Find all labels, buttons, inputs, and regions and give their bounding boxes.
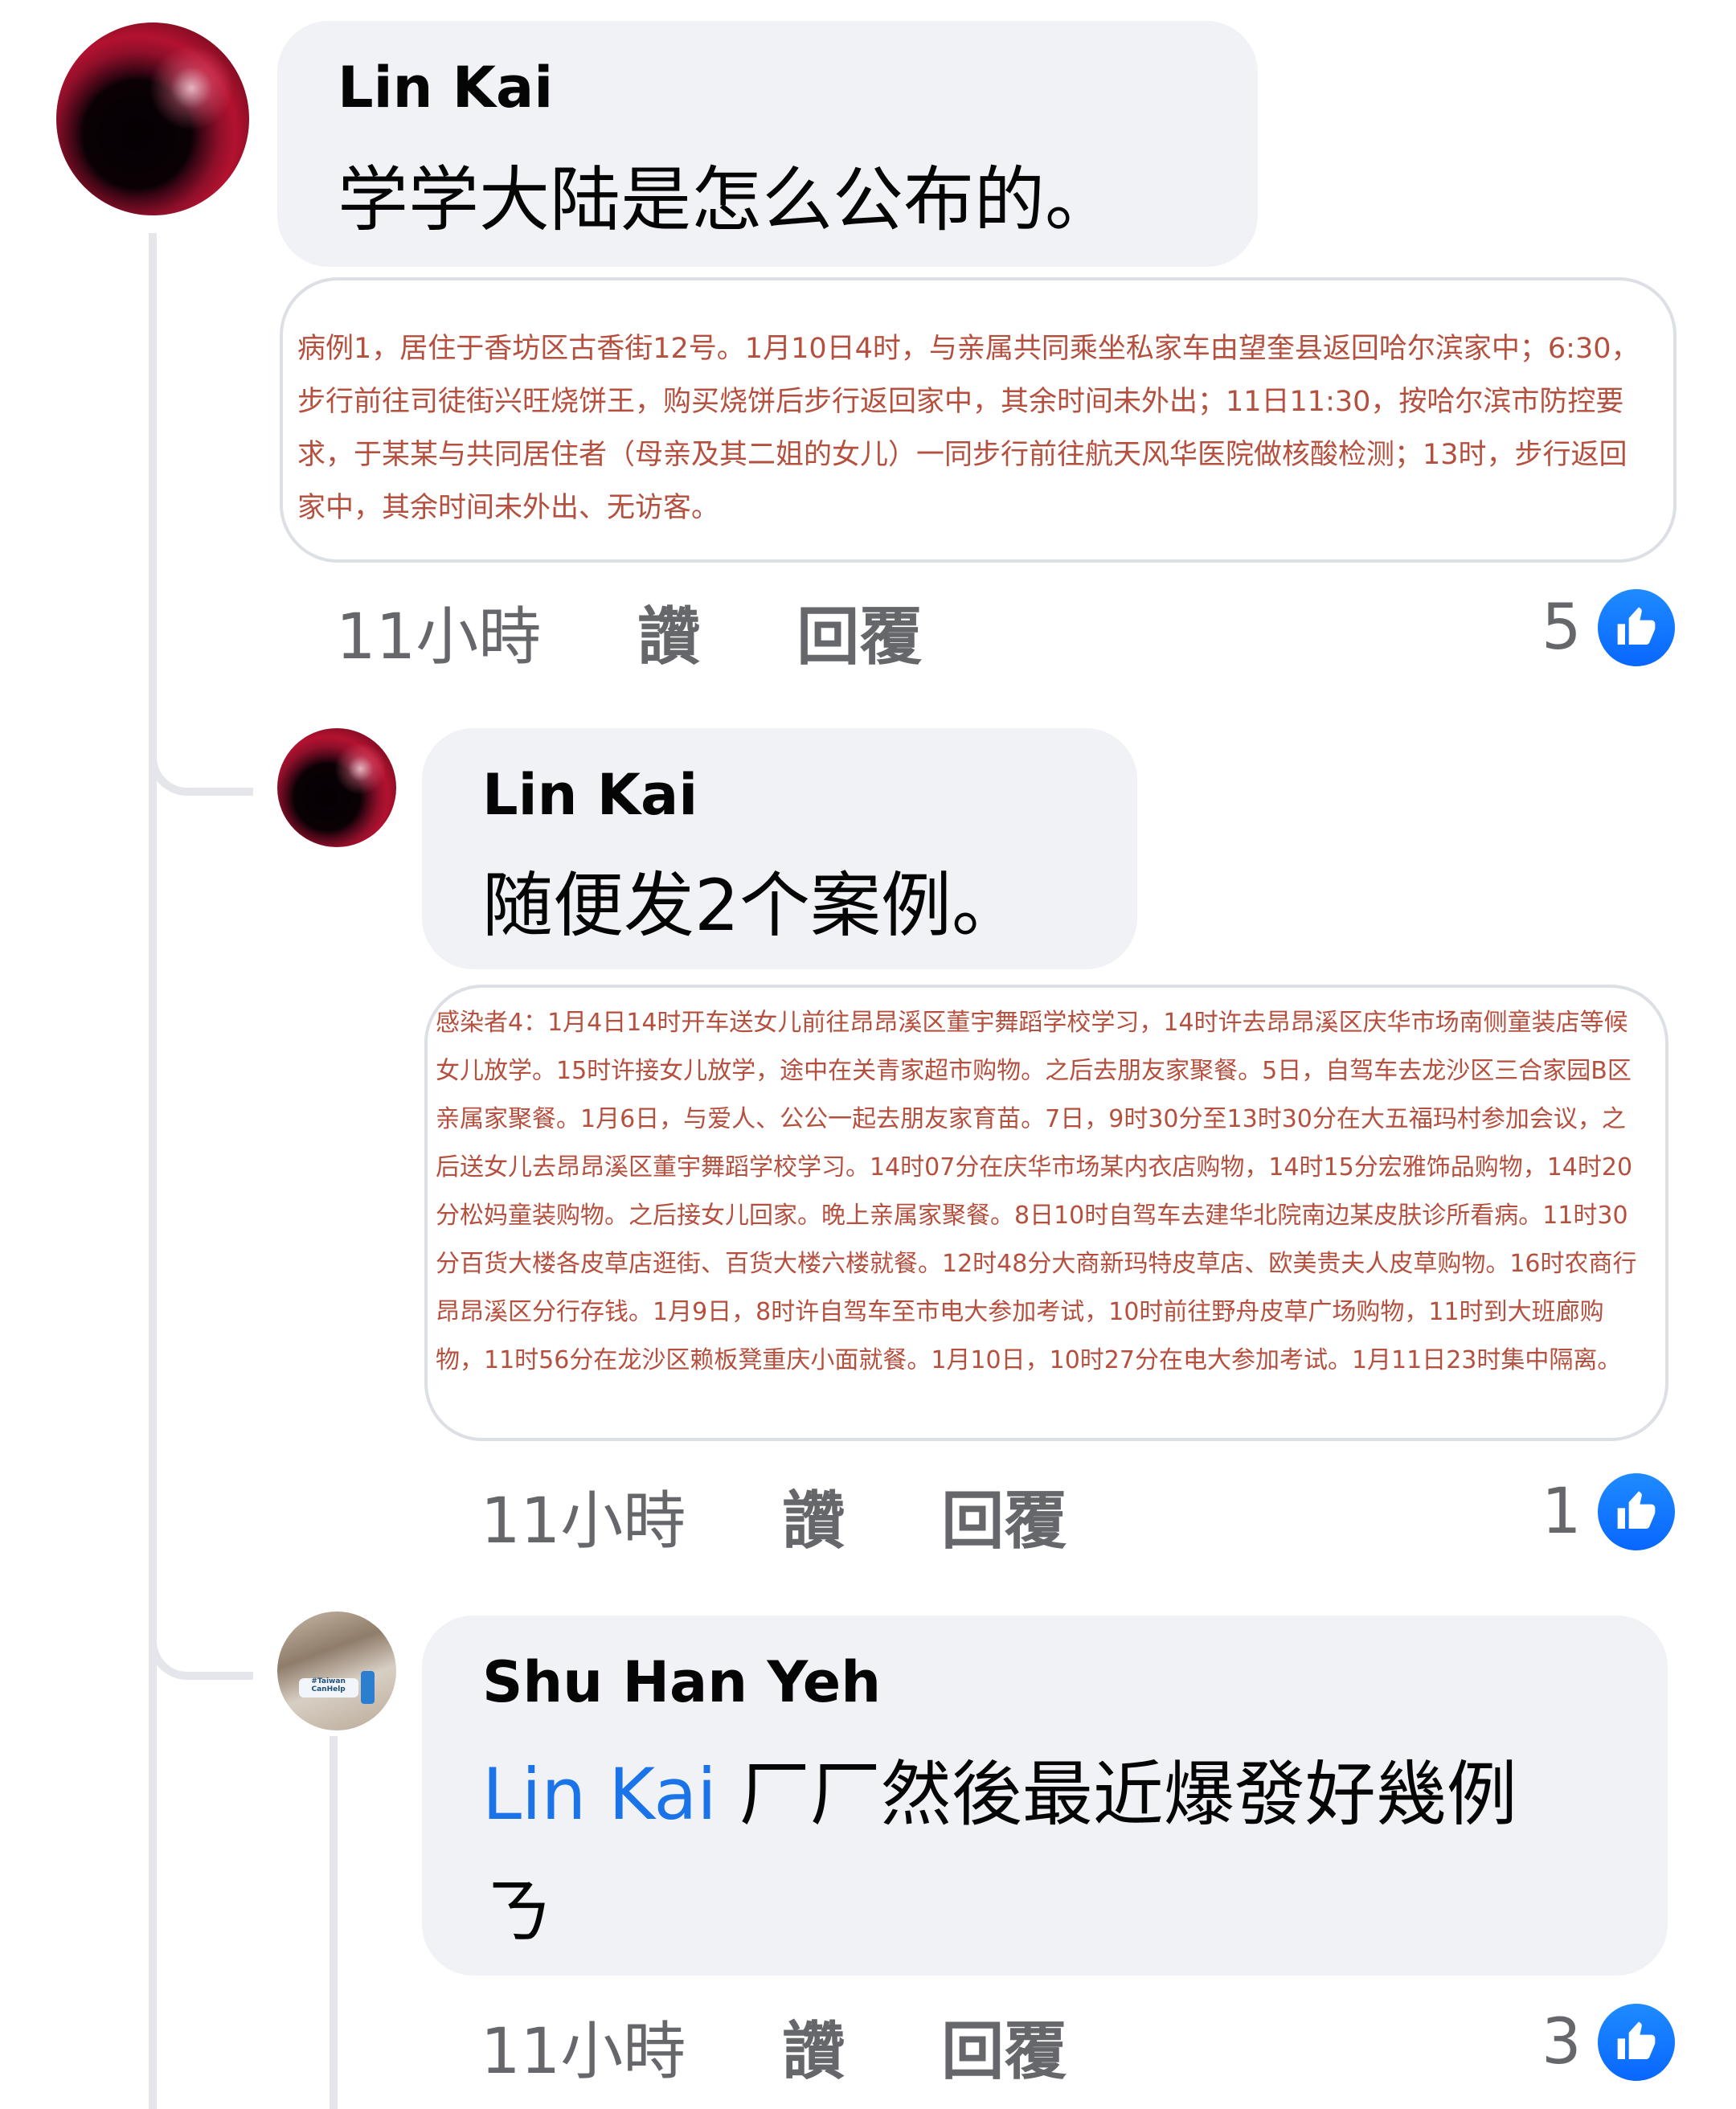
thread-line-sub <box>330 1736 338 2109</box>
avatar[interactable] <box>56 23 249 215</box>
thread-connector-reply-1 <box>149 707 253 796</box>
mention-link[interactable]: Lin Kai <box>482 1753 717 1836</box>
like-button[interactable]: 讚 <box>782 1485 845 1558</box>
comment-actions: 11小時 讚 回覆 <box>481 1471 1067 1561</box>
comment-text-line-2: ㄋ <box>482 1870 554 1953</box>
avatar-badge: #Taiwan CanHelp <box>298 1677 358 1697</box>
comment-timestamp[interactable]: 11小時 <box>336 601 541 674</box>
comment-actions: 11小時 讚 回覆 <box>336 587 922 677</box>
avatar[interactable] <box>277 728 396 847</box>
reply-button[interactable]: 回覆 <box>941 2016 1067 2088</box>
comment-timestamp[interactable]: 11小時 <box>481 1485 686 1558</box>
thread-connector-reply-2 <box>149 1591 253 1680</box>
reaction-count[interactable]: 1 <box>1542 1476 1582 1548</box>
avatar[interactable]: #Taiwan CanHelp <box>277 1611 396 1730</box>
comment-author[interactable]: Lin Kai <box>338 55 553 121</box>
thumbs-up-icon[interactable] <box>1594 2000 1679 2085</box>
like-button[interactable]: 讚 <box>782 2016 845 2088</box>
comment-author[interactable]: Lin Kai <box>482 762 698 828</box>
reaction-count[interactable]: 5 <box>1542 592 1582 664</box>
like-button[interactable]: 讚 <box>637 601 700 674</box>
comment-actions: 11小時 讚 回覆 <box>481 2001 1067 2091</box>
thread-line-main <box>149 233 157 2109</box>
reply-button[interactable]: 回覆 <box>796 601 922 674</box>
avatar-badge-bar <box>360 1671 375 1705</box>
comment-image[interactable]: 感染者4：1月4日14时开车送女儿前往昂昂溪区董宇舞蹈学校学习，14时许去昂昂溪… <box>424 985 1668 1441</box>
comment-text: 随便发2个案例。 <box>482 864 1022 947</box>
comment-bubble: Shu Han Yeh Lin Kai 厂厂然後最近爆發好幾例 ㄋ <box>422 1616 1668 1976</box>
comment-text: 学学大陆是怎么公布的。 <box>338 158 1116 241</box>
thumbs-up-icon[interactable] <box>1594 585 1679 670</box>
comment-bubble: Lin Kai 学学大陆是怎么公布的。 <box>277 21 1258 267</box>
comment-bubble: Lin Kai 随便发2个案例。 <box>422 728 1137 969</box>
comment-text-line-1: Lin Kai 厂厂然後最近爆發好幾例 <box>482 1738 1517 1840</box>
comment-image-text: 病例1，居住于香坊区古香街12号。1月10日4时，与亲属共同乘坐私家车由望奎县返… <box>297 333 1640 524</box>
comment-text: 厂厂然後最近爆發好幾例 <box>716 1753 1517 1836</box>
comment-image[interactable]: 病例1，居住于香坊区古香街12号。1月10日4时，与亲属共同乘坐私家车由望奎县返… <box>280 277 1677 563</box>
thumbs-up-icon[interactable] <box>1594 1469 1679 1554</box>
comment-image-text: 感染者4：1月4日14时开车送女儿前往昂昂溪区董宇舞蹈学校学习，14时许去昂昂溪… <box>436 1009 1637 1374</box>
reaction-count[interactable]: 3 <box>1542 2006 1582 2078</box>
comment-author[interactable]: Shu Han Yeh <box>482 1649 881 1715</box>
reply-button[interactable]: 回覆 <box>941 1485 1067 1558</box>
comment-timestamp[interactable]: 11小時 <box>481 2016 686 2088</box>
